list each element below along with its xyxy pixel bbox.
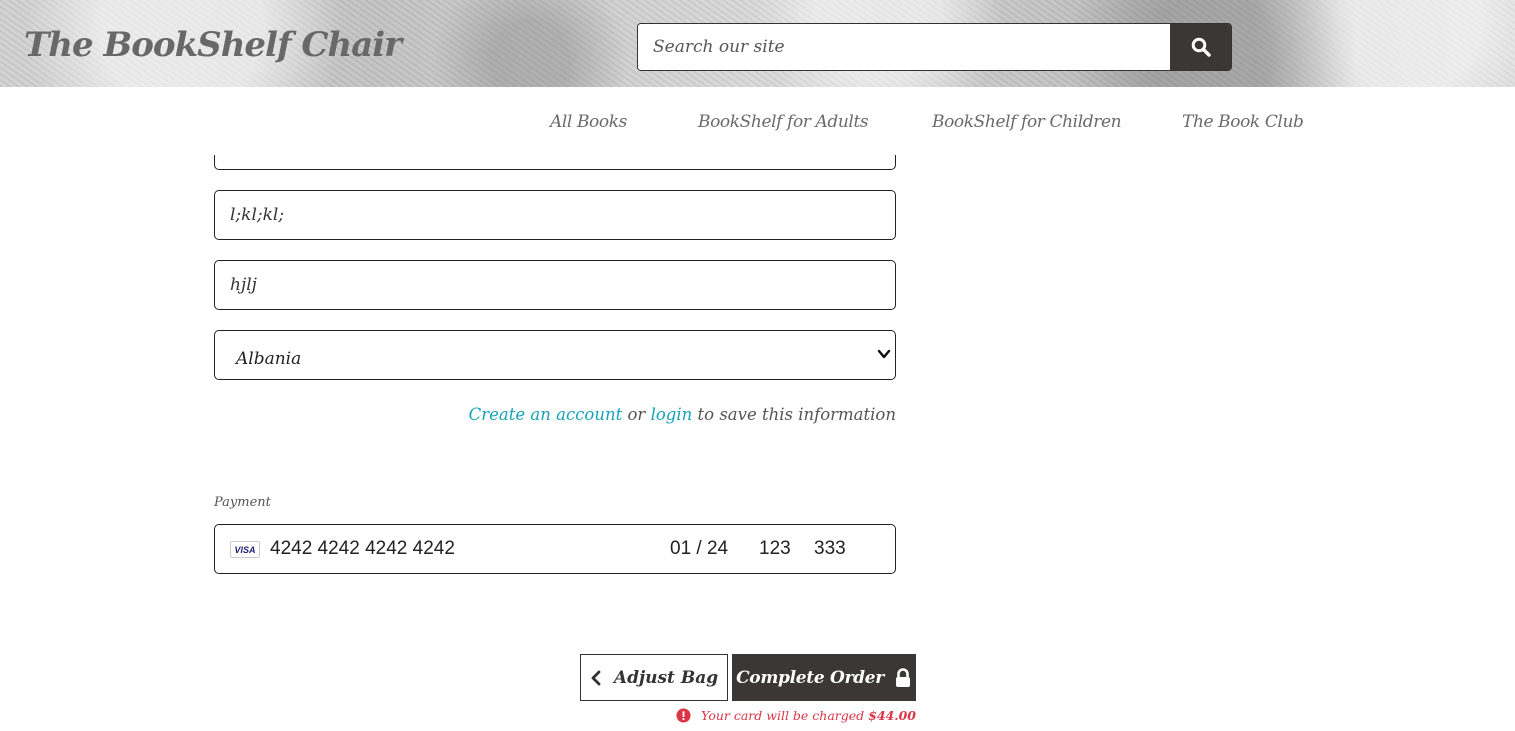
complete-order-label: Complete Order: [736, 667, 884, 688]
search-form: [637, 23, 1232, 71]
address-line-field[interactable]: [214, 190, 896, 240]
search-input[interactable]: [638, 24, 1171, 70]
login-link[interactable]: login: [651, 405, 693, 424]
nav-item-all-books-label[interactable]: All Books: [550, 112, 627, 132]
nav-item-bookshelf-adults-label[interactable]: BookShelf for Adults: [698, 112, 869, 132]
card-number-input[interactable]: 4242 4242 4242 4242: [270, 538, 455, 560]
charge-text-wrapper: Your card will be charged $44.00: [701, 708, 916, 723]
visa-card-icon: VISA: [230, 541, 260, 558]
save-info-text: Create an account or login to save this …: [469, 405, 896, 424]
charge-text: Your card will be charged: [701, 708, 865, 723]
exclamation-circle-icon: [676, 708, 691, 723]
payment-label: Payment: [214, 495, 271, 510]
country-select[interactable]: Albania: [214, 330, 896, 380]
chevron-down-icon: [877, 349, 891, 359]
card-cvc-input[interactable]: 123: [759, 538, 791, 560]
charge-amount: $44.00: [868, 708, 916, 723]
lock-icon: [895, 667, 910, 687]
card-element[interactable]: VISA 4242 4242 4242 4242 01 / 24 123 333: [214, 524, 896, 574]
header-bar: The BookShelf Chair: [0, 0, 1515, 87]
nav-item-book-club[interactable]: The Book Club: [1182, 112, 1304, 132]
search-icon: [1191, 37, 1211, 57]
county-field[interactable]: [214, 260, 896, 310]
save-info-suffix: to save this information: [697, 405, 896, 424]
search-button[interactable]: [1170, 24, 1231, 70]
adjust-bag-label: Adjust Bag: [613, 667, 719, 688]
adjust-bag-button[interactable]: Adjust Bag: [580, 654, 728, 701]
charge-notice: Your card will be charged $44.00: [676, 708, 916, 723]
card-expiry-input[interactable]: 01 / 24: [670, 538, 728, 560]
chevron-left-icon: [591, 670, 601, 685]
complete-order-button[interactable]: Complete Order: [732, 654, 916, 701]
country-select-value: Albania: [236, 349, 302, 369]
card-postal-input[interactable]: 333: [814, 538, 846, 560]
save-info-or: or: [627, 405, 646, 424]
create-account-link[interactable]: Create an account: [469, 405, 623, 424]
site-logo[interactable]: The BookShelf Chair: [24, 25, 402, 65]
nav-item-bookshelf-children[interactable]: BookShelf for Children: [932, 112, 1122, 132]
